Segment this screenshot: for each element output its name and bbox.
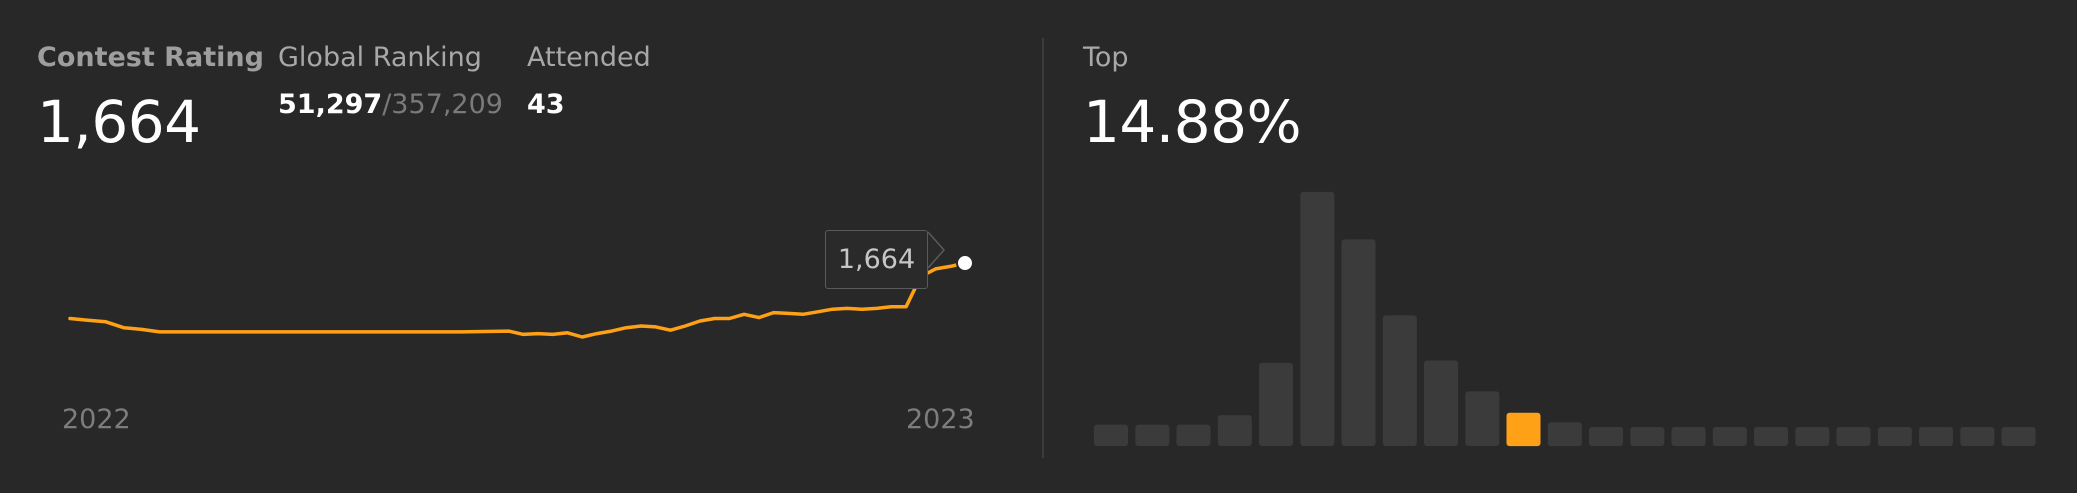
tooltip-pointer (927, 231, 946, 269)
distribution-bar (1259, 362, 1293, 446)
distribution-bar (1135, 424, 1170, 446)
distribution-bar (2001, 427, 2036, 446)
distribution-bar (1589, 427, 1623, 446)
distribution-bar (1382, 315, 1417, 446)
distribution-bar (1465, 391, 1500, 446)
distribution-bar (1919, 427, 1953, 446)
rating-tooltip: 1,664 (825, 230, 928, 289)
distribution-bar (1630, 427, 1665, 446)
distribution-bar (1176, 424, 1211, 446)
distribution-bar (1217, 415, 1252, 446)
distribution-bar (1712, 427, 1747, 446)
charts-svg (68, 191, 2036, 447)
distribution-bar-chart (1094, 191, 2036, 447)
distribution-bar (1754, 427, 1788, 446)
distribution-bar (1424, 360, 1458, 446)
x-axis-tick-start: 2022 (62, 404, 131, 435)
distribution-bar (1341, 239, 1376, 446)
distribution-bar (1300, 191, 1335, 446)
highlighted-rating-point[interactable] (956, 254, 974, 273)
distribution-bar (1094, 424, 1128, 446)
distribution-bar (1960, 427, 1995, 446)
contest-rating-card: Contest Rating 1,664 Global Ranking 51,2… (0, 0, 2077, 493)
distribution-bar (1795, 427, 1830, 446)
distribution-bar (1877, 427, 1912, 446)
distribution-bar (1671, 427, 1706, 446)
x-axis-tick-end: 2023 (906, 404, 975, 435)
distribution-bar (1547, 422, 1582, 447)
distribution-bar-highlighted (1506, 412, 1541, 447)
distribution-bar (1836, 427, 1871, 446)
